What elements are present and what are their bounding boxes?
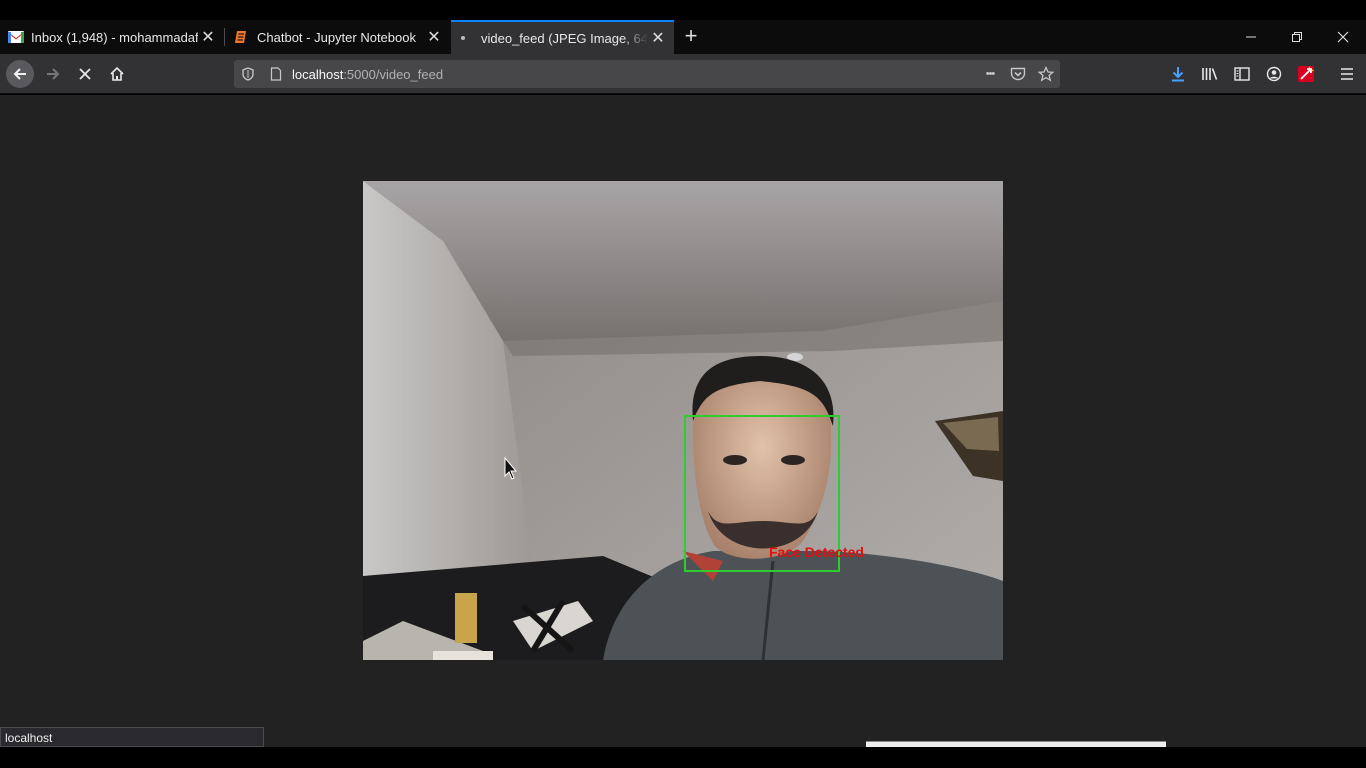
hamburger-menu-icon <box>1341 68 1353 80</box>
page-icon[interactable] <box>266 64 286 84</box>
webcam-frame: Face Detected <box>363 181 1003 660</box>
gmail-icon <box>8 31 24 43</box>
pocket-icon[interactable] <box>1008 64 1028 84</box>
face-detected-label: Face Detected <box>769 544 864 560</box>
minimize-button[interactable] <box>1228 20 1274 54</box>
tab-video-feed[interactable]: video_feed (JPEG Image, 640 × ✕ <box>451 20 674 54</box>
home-icon <box>110 66 124 81</box>
close-icon <box>1337 31 1349 43</box>
back-button[interactable] <box>6 60 34 88</box>
loading-dot-icon <box>461 36 465 40</box>
tab-inbox[interactable]: Inbox (1,948) - mohammadafs ✕ <box>0 20 224 54</box>
screen-top-border <box>0 0 1366 20</box>
library-icon <box>1202 68 1218 80</box>
stop-button[interactable] <box>71 60 99 88</box>
status-bar: localhost <box>0 727 264 747</box>
more-actions-icon[interactable]: ••• <box>980 64 1000 84</box>
download-button[interactable] <box>1164 60 1192 88</box>
extension-button[interactable] <box>1292 60 1320 88</box>
tab-close-icon[interactable]: ✕ <box>648 28 668 48</box>
tab-separator <box>224 28 225 46</box>
close-window-button[interactable] <box>1320 20 1366 54</box>
download-icon <box>1172 67 1184 82</box>
video-feed-image: Face Detected <box>363 181 1003 660</box>
stop-icon <box>79 68 91 80</box>
restore-button[interactable] <box>1274 20 1320 54</box>
url-host: localhost <box>292 66 344 82</box>
minimize-icon <box>1246 36 1256 38</box>
library-button[interactable] <box>1196 60 1224 88</box>
restore-icon <box>1292 32 1302 42</box>
jupyter-icon <box>235 31 246 43</box>
shield-icon[interactable] <box>238 64 258 84</box>
tab-title: Inbox (1,948) - mohammadafs <box>31 29 198 45</box>
bookmark-star-icon[interactable] <box>1036 64 1056 84</box>
forward-button[interactable] <box>39 60 67 88</box>
account-icon <box>1266 66 1282 82</box>
screen-bottom-border <box>0 747 1366 768</box>
arrow-left-icon <box>13 68 26 80</box>
sidebar-icon <box>1234 67 1250 81</box>
nav-bar: localhost :5000/video_feed ••• <box>0 54 1366 94</box>
menu-button[interactable] <box>1333 60 1361 88</box>
new-tab-button[interactable]: + <box>678 22 704 50</box>
home-button[interactable] <box>103 60 131 88</box>
extension-icon <box>1298 66 1314 82</box>
tab-close-icon[interactable]: ✕ <box>424 27 444 47</box>
sidebar-button[interactable] <box>1228 60 1256 88</box>
arrow-right-icon <box>47 68 60 80</box>
tab-title: video_feed (JPEG Image, 640 × <box>481 30 648 46</box>
tab-jupyter[interactable]: Chatbot - Jupyter Notebook ✕ <box>226 20 450 54</box>
account-button[interactable] <box>1260 60 1288 88</box>
tab-title: Chatbot - Jupyter Notebook <box>257 29 416 45</box>
tab-close-icon[interactable]: ✕ <box>198 27 218 47</box>
url-path: :5000/video_feed <box>343 66 444 82</box>
url-bar[interactable]: localhost :5000/video_feed ••• <box>234 60 1060 88</box>
